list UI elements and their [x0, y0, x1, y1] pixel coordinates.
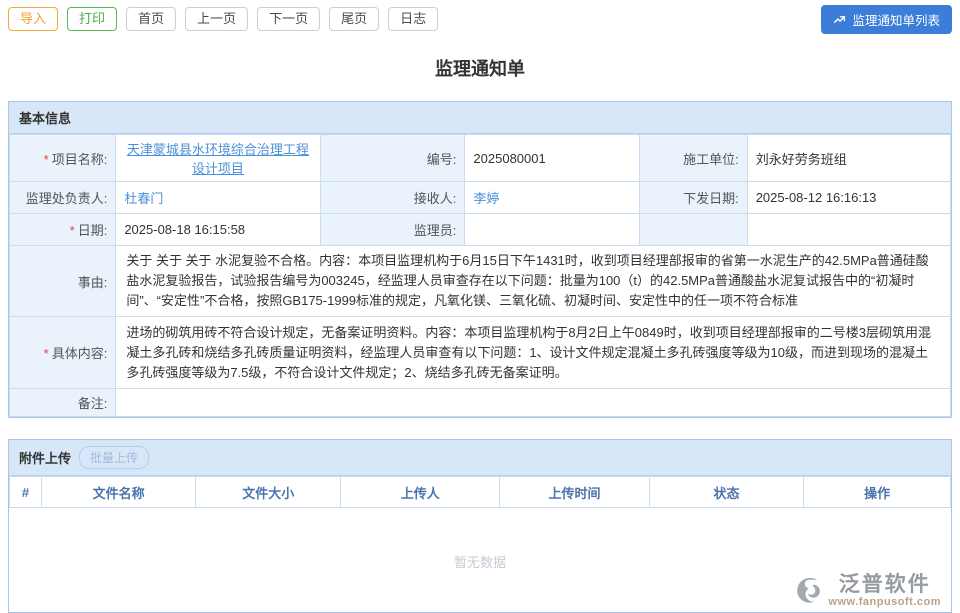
- last-page-button[interactable]: 尾页: [329, 7, 379, 31]
- prev-page-button[interactable]: 上一页: [185, 7, 248, 31]
- construction-unit-value: 刘永好劳务班组: [747, 135, 950, 182]
- col-actions: 操作: [804, 477, 951, 508]
- required-marker: *: [44, 346, 49, 361]
- content-value: 进场的砌筑用砖不符合设计规定，无备案证明资料。内容：本项目监理机构于8月2日上午…: [116, 317, 951, 389]
- receiver-value: 李婷: [465, 182, 639, 214]
- vendor-url-text: www.fanpusoft.com: [828, 597, 941, 608]
- attachments-empty-body: 暂无数据 泛普软件 www.fanpusoft.com: [9, 508, 951, 612]
- basic-info-header: 基本信息: [9, 102, 951, 134]
- col-upload-time: 上传时间: [500, 477, 650, 508]
- required-marker: *: [70, 223, 75, 238]
- supervisor-label: 监理员:: [320, 214, 465, 246]
- print-button[interactable]: 打印: [67, 7, 117, 31]
- supervisor-head-link[interactable]: 杜春门: [124, 191, 163, 206]
- number-label: 编号:: [320, 135, 465, 182]
- col-uploader: 上传人: [341, 477, 500, 508]
- issue-date-label: 下发日期:: [639, 182, 747, 214]
- attachments-section: 附件上传 批量上传 # 文件名称 文件大小 上传人 上传时间 状态 操作 暂无数…: [8, 439, 952, 613]
- receiver-label: 接收人:: [320, 182, 465, 214]
- receiver-link[interactable]: 李婷: [473, 191, 499, 206]
- basic-info-table: *项目名称: 天津蒙城县水环境综合治理工程设计项目 编号: 2025080001…: [9, 134, 951, 417]
- log-button[interactable]: 日志: [388, 7, 438, 31]
- remark-value: [116, 389, 951, 417]
- vendor-brand-text: 泛普软件: [839, 573, 931, 594]
- col-index: #: [10, 477, 42, 508]
- date-label: *日期:: [10, 214, 116, 246]
- trending-up-icon: [833, 13, 846, 26]
- notice-list-button-label: 监理通知单列表: [852, 10, 940, 29]
- supervisor-head-label: 监理处负责人:: [10, 182, 116, 214]
- page-title: 监理通知单: [0, 55, 960, 81]
- batch-upload-button[interactable]: 批量上传: [79, 446, 149, 469]
- col-file-size: 文件大小: [196, 477, 341, 508]
- project-name-label: *项目名称:: [10, 135, 116, 182]
- col-file-name: 文件名称: [41, 477, 195, 508]
- empty-label-cell: [639, 214, 747, 246]
- col-status: 状态: [649, 477, 803, 508]
- vendor-watermark: 泛普软件 www.fanpusoft.com: [794, 573, 941, 608]
- empty-data-text: 暂无数据: [9, 508, 951, 571]
- issue-date-value: 2025-08-12 16:16:13: [747, 182, 950, 214]
- date-value: 2025-08-18 16:15:58: [116, 214, 320, 246]
- basic-info-title: 基本信息: [19, 108, 71, 127]
- notice-list-button[interactable]: 监理通知单列表: [821, 5, 952, 34]
- required-marker: *: [44, 152, 49, 167]
- reason-value: 关于 关于 关于 水泥复验不合格。内容：本项目监理机构于6月15日下午1431时…: [116, 246, 951, 317]
- fanpu-logo-icon: [794, 576, 824, 606]
- toolbar: 导入 打印 首页 上一页 下一页 尾页 日志 监理通知单列表: [0, 0, 960, 32]
- remark-label: 备注:: [10, 389, 116, 417]
- attachments-header: 附件上传 批量上传: [9, 440, 951, 476]
- import-button[interactable]: 导入: [8, 7, 58, 31]
- attachments-table: # 文件名称 文件大小 上传人 上传时间 状态 操作: [9, 476, 951, 508]
- empty-value-cell: [747, 214, 950, 246]
- supervisor-head-value: 杜春门: [116, 182, 320, 214]
- number-value: 2025080001: [465, 135, 639, 182]
- project-name-link[interactable]: 天津蒙城县水环境综合治理工程设计项目: [127, 142, 309, 176]
- next-page-button[interactable]: 下一页: [257, 7, 320, 31]
- first-page-button[interactable]: 首页: [126, 7, 176, 31]
- basic-info-section: 基本信息 *项目名称: 天津蒙城县水环境综合治理工程设计项目 编号: 20250…: [8, 101, 952, 418]
- project-name-value: 天津蒙城县水环境综合治理工程设计项目: [116, 135, 320, 182]
- construction-unit-label: 施工单位:: [639, 135, 747, 182]
- reason-label: 事由:: [10, 246, 116, 317]
- content-label: *具体内容:: [10, 317, 116, 389]
- supervisor-value: [465, 214, 639, 246]
- attachments-title: 附件上传: [19, 448, 71, 467]
